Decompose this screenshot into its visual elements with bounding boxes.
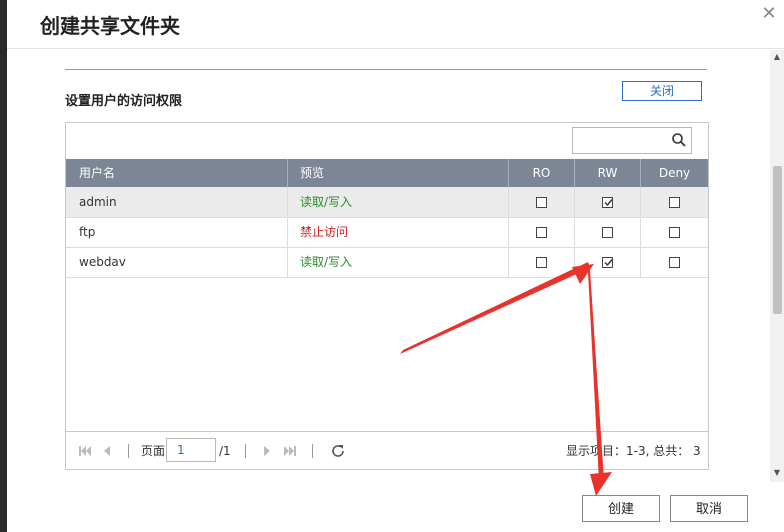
dialog-title: 创建共享文件夹 [40,14,180,38]
header-rw[interactable]: RW [575,159,641,187]
table-row[interactable]: webdav 读取/写入 [66,247,708,278]
table-header: 用户名 预览 RO RW Deny [66,159,708,187]
separator [128,444,129,458]
permissions-panel: 用户名 预览 RO RW Deny admin 读取/写入 ftp 禁止访问 w… [65,122,709,470]
section-title: 设置用户的访问权限 [65,94,183,109]
header-username[interactable]: 用户名 [66,159,288,187]
scroll-up-icon[interactable]: ▲ [770,52,784,62]
close-section-button[interactable]: 关闭 [622,81,702,101]
page-label: 页面 [141,444,166,458]
preview-cell: 读取/写入 [288,187,509,217]
rw-checkbox[interactable] [602,197,613,208]
divider [65,69,707,70]
ro-checkbox[interactable] [536,257,547,268]
scrollbar-thumb[interactable] [773,166,782,314]
total-pages: /1 [219,444,231,458]
last-page-icon[interactable] [283,445,297,457]
next-page-icon[interactable] [262,445,272,457]
ro-checkbox[interactable] [536,227,547,238]
create-button[interactable]: 创建 [582,495,660,522]
dialog-header: 创建共享文件夹 ✕ [7,0,784,49]
separator [312,444,313,458]
first-page-icon[interactable] [78,445,92,457]
create-shared-folder-dialog: 创建共享文件夹 ✕ 设置用户的访问权限 关闭 用户名 预览 RO RW Deny… [7,0,784,532]
cancel-button[interactable]: 取消 [670,495,748,522]
rw-checkbox[interactable] [602,257,613,268]
page-number-input[interactable]: 1 [166,438,216,462]
search-icon[interactable] [671,132,687,148]
scroll-down-icon[interactable]: ▼ [770,468,784,478]
table-row[interactable]: ftp 禁止访问 [66,217,708,248]
deny-checkbox[interactable] [669,227,680,238]
ro-checkbox[interactable] [536,197,547,208]
deny-checkbox[interactable] [669,197,680,208]
username-cell: webdav [66,247,288,277]
username-cell: admin [66,187,288,217]
scrollbar[interactable]: ▲ ▼ [770,50,784,482]
rw-checkbox[interactable] [602,227,613,238]
preview-cell: 读取/写入 [288,247,509,277]
username-cell: ftp [66,217,288,247]
header-ro[interactable]: RO [509,159,575,187]
search-input[interactable] [572,127,692,154]
header-deny[interactable]: Deny [641,159,708,187]
display-info: 显示项目：1-3, 总共： 3 [566,444,701,458]
pagination-bar: 页面 1 /1 显示项目：1-3, 总共： 3 [66,431,708,470]
refresh-icon[interactable] [330,443,346,459]
prev-page-icon[interactable] [102,445,112,457]
table-row[interactable]: admin 读取/写入 [66,187,708,218]
close-icon[interactable]: ✕ [759,4,779,24]
deny-checkbox[interactable] [669,257,680,268]
header-preview[interactable]: 预览 [288,159,509,187]
preview-cell: 禁止访问 [288,217,509,247]
separator [245,444,246,458]
